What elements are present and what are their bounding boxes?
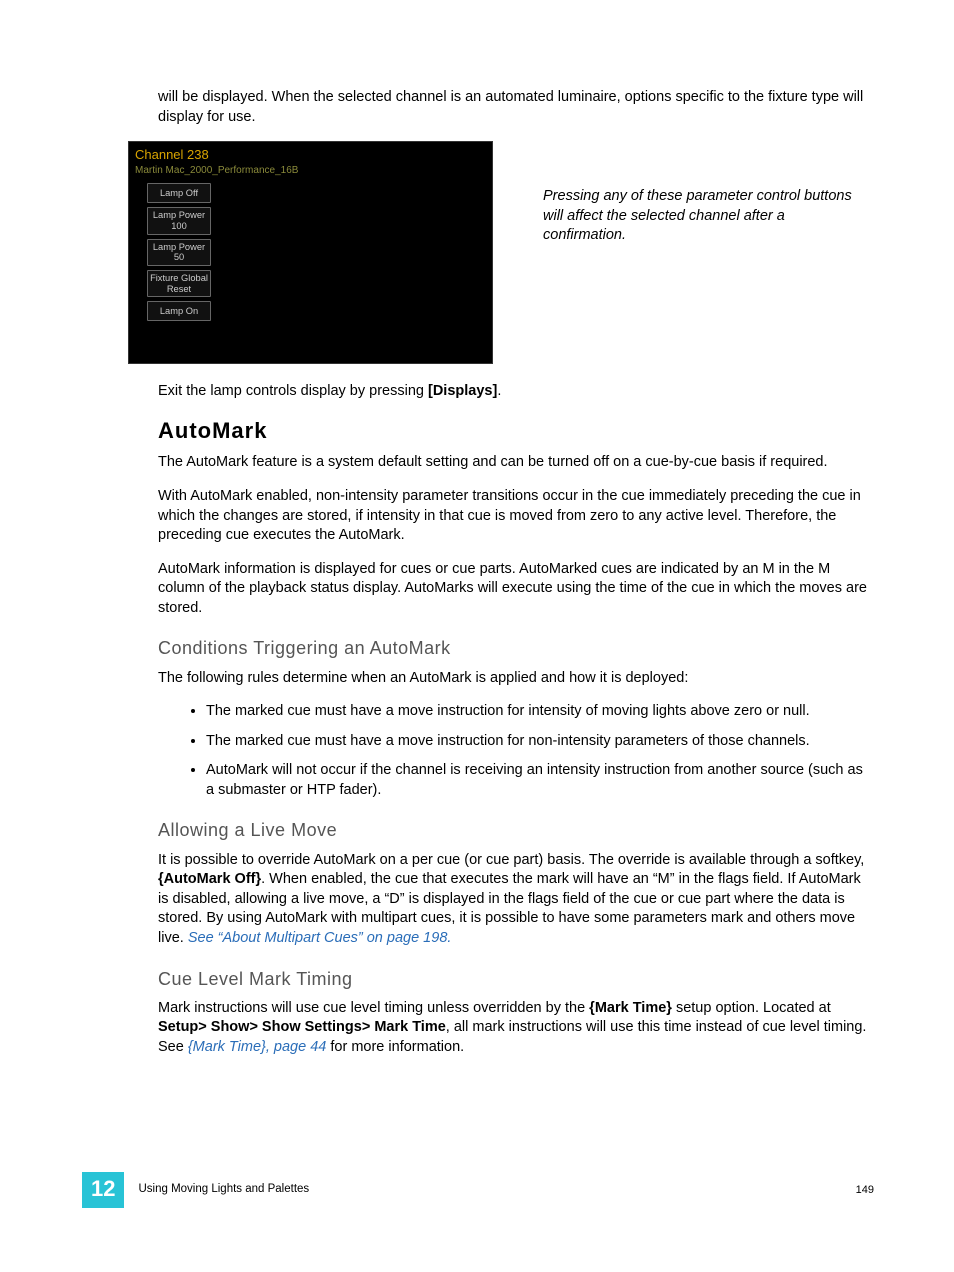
allowing-paragraph: It is possible to override AutoMark on a… bbox=[158, 851, 874, 949]
displays-key: [Displays] bbox=[428, 383, 497, 399]
list-item: The marked cue must have a move instruct… bbox=[206, 702, 874, 722]
chapter-title: Using Moving Lights and Palettes bbox=[138, 1182, 309, 1198]
channel-label: Channel 238 bbox=[135, 146, 486, 164]
intro-paragraph: will be displayed. When the selected cha… bbox=[158, 88, 874, 127]
multipart-cues-link[interactable]: See “About Multipart Cues” on page 198. bbox=[188, 930, 452, 946]
list-item: AutoMark will not occur if the channel i… bbox=[206, 761, 874, 800]
screenshot-caption: Pressing any of these parameter control … bbox=[543, 187, 853, 364]
lamp-controls-screenshot: Channel 238 Martin Mac_2000_Performance_… bbox=[128, 141, 493, 364]
cuelevel-pre: Mark instructions will use cue level tim… bbox=[158, 1000, 589, 1016]
conditions-list: The marked cue must have a move instruct… bbox=[206, 702, 874, 800]
conditions-intro: The following rules determine when an Au… bbox=[158, 669, 874, 689]
mark-time-link[interactable]: {Mark Time}, page 44 bbox=[188, 1039, 327, 1055]
automark-p3: AutoMark information is displayed for cu… bbox=[158, 560, 874, 619]
cuelevel-heading: Cue Level Mark Timing bbox=[158, 967, 874, 991]
setup-path: Setup> Show> Show Settings> Mark Time bbox=[158, 1019, 446, 1035]
automark-heading: AutoMark bbox=[158, 416, 874, 446]
cuelevel-post: for more information. bbox=[326, 1039, 464, 1055]
lamp-power-50-button: Lamp Power 50 bbox=[147, 239, 211, 266]
cuelevel-paragraph: Mark instructions will use cue level tim… bbox=[158, 999, 874, 1058]
automark-p2: With AutoMark enabled, non-intensity par… bbox=[158, 487, 874, 546]
lamp-on-button: Lamp On bbox=[147, 301, 211, 321]
mark-time-key-1: {Mark Time} bbox=[589, 1000, 672, 1016]
exit-pre: Exit the lamp controls display by pressi… bbox=[158, 383, 428, 399]
exit-post: . bbox=[497, 383, 501, 399]
conditions-heading: Conditions Triggering an AutoMark bbox=[158, 636, 874, 660]
automark-off-key: {AutoMark Off} bbox=[158, 871, 261, 887]
allowing-pre: It is possible to override AutoMark on a… bbox=[158, 852, 864, 868]
chapter-number: 12 bbox=[82, 1172, 124, 1208]
list-item: The marked cue must have a move instruct… bbox=[206, 732, 874, 752]
exit-line: Exit the lamp controls display by pressi… bbox=[158, 382, 874, 402]
cuelevel-mid1: setup option. Located at bbox=[672, 1000, 831, 1016]
page-number: 149 bbox=[856, 1183, 874, 1198]
fixture-label: Martin Mac_2000_Performance_16B bbox=[135, 164, 486, 178]
lamp-power-100-button: Lamp Power 100 bbox=[147, 207, 211, 234]
automark-p1: The AutoMark feature is a system default… bbox=[158, 453, 874, 473]
allowing-heading: Allowing a Live Move bbox=[158, 818, 874, 842]
lamp-off-button: Lamp Off bbox=[147, 183, 211, 203]
fixture-global-reset-button: Fixture Global Reset bbox=[147, 270, 211, 297]
